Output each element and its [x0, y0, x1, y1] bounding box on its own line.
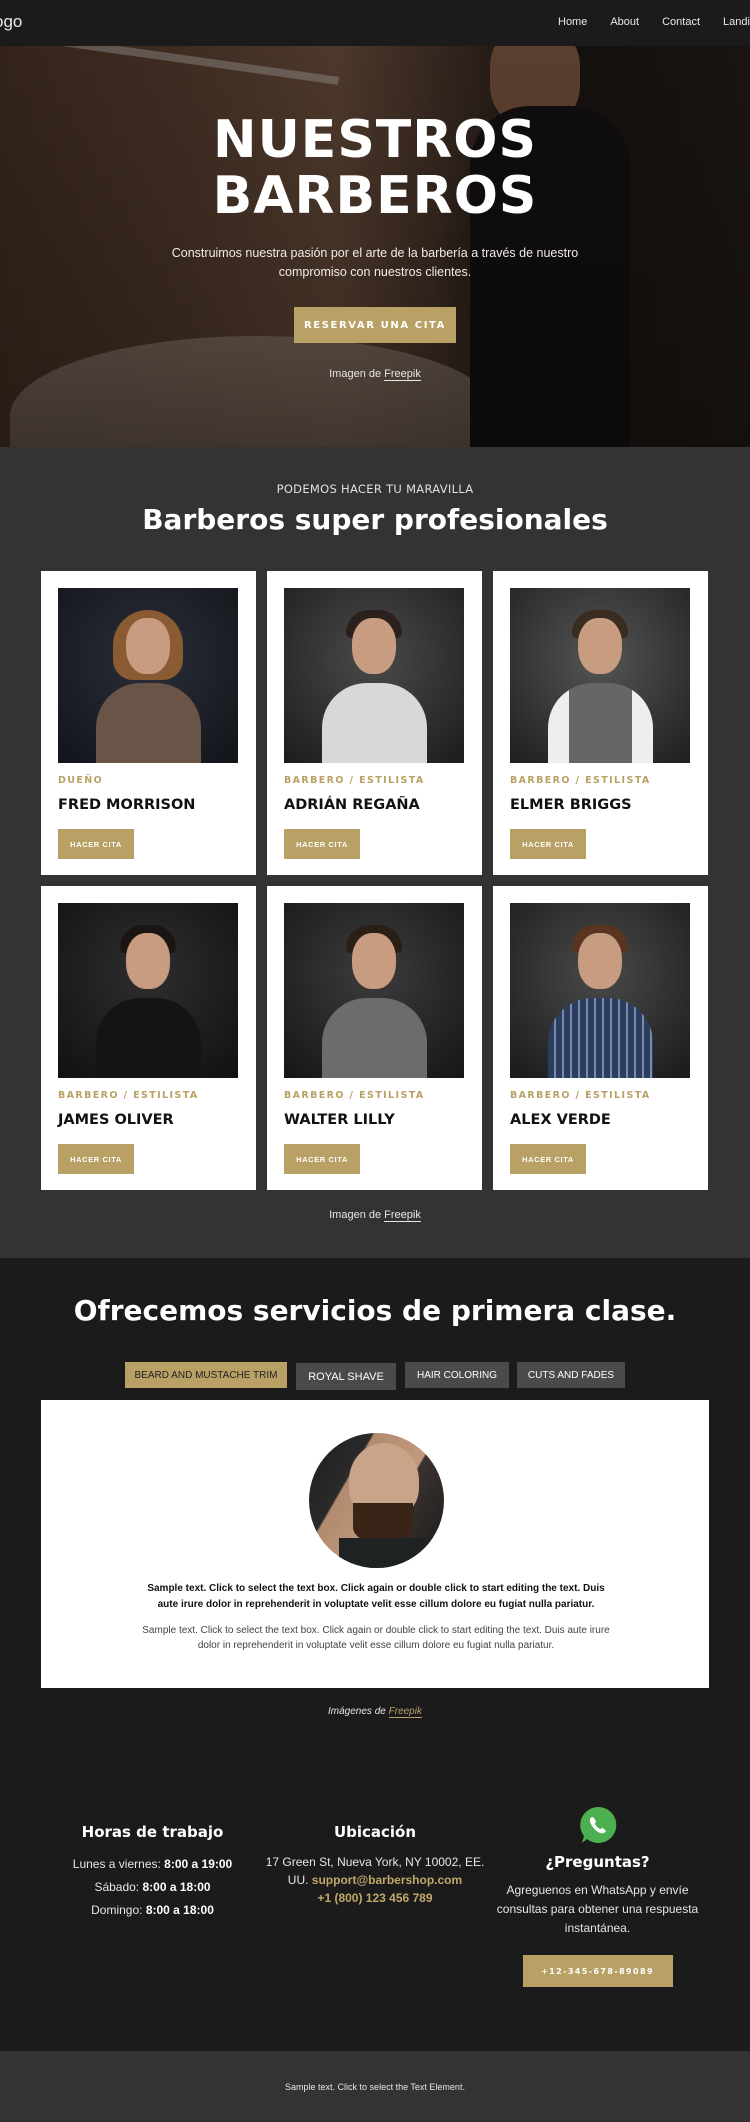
nav-contact[interactable]: Contact [662, 16, 700, 28]
hours-value: 8:00 a 19:00 [164, 1857, 233, 1871]
barber-role: BARBERO / ESTILISTA [284, 775, 425, 786]
tab-royal-shave[interactable]: ROYAL SHAVE [296, 1363, 396, 1390]
tab-beard-trim[interactable]: BEARD AND MUSTACHE TRIM [125, 1362, 287, 1388]
email-link[interactable]: support@barbershop.com [312, 1873, 462, 1887]
book-barber-button[interactable]: HACER CITA [510, 1144, 586, 1174]
tab-cuts-fades[interactable]: CUTS AND FADES [517, 1362, 625, 1388]
book-barber-button[interactable]: HACER CITA [58, 1144, 134, 1174]
book-barber-button[interactable]: HACER CITA [284, 1144, 360, 1174]
hero-section: NUESTROS BARBEROS Construimos nuestra pa… [0, 46, 750, 447]
barber-name: ALEX VERDE [510, 1112, 611, 1128]
services-tabs: BEARD AND MUSTACHE TRIM ROYAL SHAVE HAIR… [0, 1362, 750, 1390]
barber-role: DUEÑO [58, 775, 104, 786]
freepik-link[interactable]: Freepik [388, 1706, 422, 1718]
location: Ubicación 17 Green St, Nueva York, NY 10… [260, 1823, 490, 1907]
barber-photo [284, 903, 464, 1078]
site-footer: Sample text. Click to select the Text El… [0, 2051, 750, 2122]
book-barber-button[interactable]: HACER CITA [284, 829, 360, 859]
hours-label: Lunes a viernes: [72, 1857, 165, 1871]
team-card: BARBERO / ESTILISTA ADRIÁN REGAÑA HACER … [267, 571, 482, 875]
hours-row: Sábado: 8:00 a 18:00 [60, 1876, 245, 1899]
book-appointment-button[interactable]: RESERVAR UNA CITA [294, 307, 456, 343]
team-eyebrow: PODEMOS HACER TU MARAVILLA [276, 482, 474, 496]
hero-subtitle: Construimos nuestra pasión por el arte d… [171, 246, 579, 279]
whatsapp-phone-button[interactable]: +12-345-678-89089 [522, 1955, 673, 1987]
team-card: BARBERO / ESTILISTA ELMER BRIGGS HACER C… [493, 571, 708, 875]
barber-photo [510, 588, 690, 763]
services-title: Ofrecemos servicios de primera clase. [73, 1294, 677, 1327]
service-panel: Sample text. Click to select the text bo… [41, 1400, 709, 1688]
hero-title-line1: NUESTROS [213, 110, 537, 170]
contact-section: Horas de trabajo Lunes a viernes: 8:00 a… [0, 1753, 750, 2051]
location-title: Ubicación [333, 1823, 417, 1841]
questions-title: ¿Preguntas? [545, 1853, 650, 1871]
service-description-bold: Sample text. Click to select the text bo… [147, 1583, 605, 1610]
team-card: DUEÑO FRED MORRISON HACER CITA [41, 571, 256, 875]
nav-about[interactable]: About [610, 16, 639, 28]
barber-role: BARBERO / ESTILISTA [58, 1090, 199, 1101]
service-description: Sample text. Click to select the text bo… [142, 1625, 610, 1651]
hours-label: Domingo: [91, 1903, 146, 1917]
barber-role: BARBERO / ESTILISTA [510, 1090, 651, 1101]
hours-row: Lunes a viernes: 8:00 a 19:00 [60, 1853, 245, 1876]
team-card: BARBERO / ESTILISTA JAMES OLIVER HACER C… [41, 886, 256, 1190]
barber-photo [58, 588, 238, 763]
barber-photo [510, 903, 690, 1078]
hero-image-credit: Imagen de Freepik [0, 368, 750, 381]
team-image-credit: Imagen de Freepik [0, 1209, 750, 1222]
barber-name: FRED MORRISON [58, 797, 196, 813]
working-hours-title: Horas de trabajo [81, 1823, 224, 1841]
barber-name: ELMER BRIGGS [510, 797, 632, 813]
team-title: Barberos super profesionales [142, 503, 608, 536]
barber-name: JAMES OLIVER [58, 1112, 174, 1128]
service-image [309, 1433, 444, 1568]
barber-role: BARBERO / ESTILISTA [510, 775, 651, 786]
barber-photo [284, 588, 464, 763]
barber-name: WALTER LILLY [284, 1112, 395, 1128]
team-section: PODEMOS HACER TU MARAVILLA Barberos supe… [0, 447, 750, 1258]
site-header: ogo Home About Contact Landing [0, 0, 750, 46]
phone-link[interactable]: +1 (800) 123 456 789 [317, 1891, 432, 1905]
nav-landing[interactable]: Landing [723, 16, 750, 28]
services-image-credit: Imágenes de Freepik [0, 1706, 750, 1718]
hours-value: 8:00 a 18:00 [142, 1880, 211, 1894]
team-card: BARBERO / ESTILISTA ALEX VERDE HACER CIT… [493, 886, 708, 1190]
book-barber-button[interactable]: HACER CITA [510, 829, 586, 859]
whatsapp-icon [578, 1805, 618, 1845]
hours-label: Sábado: [94, 1880, 143, 1894]
team-card: BARBERO / ESTILISTA WALTER LILLY HACER C… [267, 886, 482, 1190]
services-section: Ofrecemos servicios de primera clase. BE… [0, 1258, 750, 1753]
barber-photo [58, 903, 238, 1078]
working-hours: Horas de trabajo Lunes a viernes: 8:00 a… [60, 1823, 245, 1922]
barber-name: ADRIÁN REGAÑA [284, 797, 420, 813]
hero-title-line2: BARBEROS [212, 166, 538, 226]
hours-value: 8:00 a 18:00 [145, 1903, 214, 1917]
book-barber-button[interactable]: HACER CITA [58, 829, 134, 859]
hero-title: NUESTROS BARBEROS [0, 112, 750, 224]
credit-prefix: Imágenes de [328, 1706, 389, 1717]
hours-row: Domingo: 8:00 a 18:00 [60, 1899, 245, 1922]
main-nav: Home About Contact Landing [558, 16, 750, 28]
footer-text: Sample text. Click to select the Text El… [285, 2081, 465, 2092]
barber-role: BARBERO / ESTILISTA [284, 1090, 425, 1101]
logo[interactable]: ogo [0, 12, 22, 32]
freepik-link[interactable]: Freepik [384, 368, 421, 381]
freepik-link[interactable]: Freepik [384, 1209, 421, 1222]
questions: ¿Preguntas? Agreguenos en WhatsApp y env… [495, 1805, 700, 1987]
tab-hair-coloring[interactable]: HAIR COLORING [405, 1362, 509, 1388]
team-grid: DUEÑO FRED MORRISON HACER CITA BARBERO /… [41, 571, 709, 1190]
credit-prefix: Imagen de [329, 368, 385, 380]
location-details: 17 Green St, Nueva York, NY 10002, EE. U… [260, 1853, 490, 1907]
nav-home[interactable]: Home [558, 16, 587, 28]
credit-prefix: Imagen de [329, 1209, 385, 1221]
questions-text: Agreguenos en WhatsApp y envíe consultas… [496, 1883, 699, 1935]
